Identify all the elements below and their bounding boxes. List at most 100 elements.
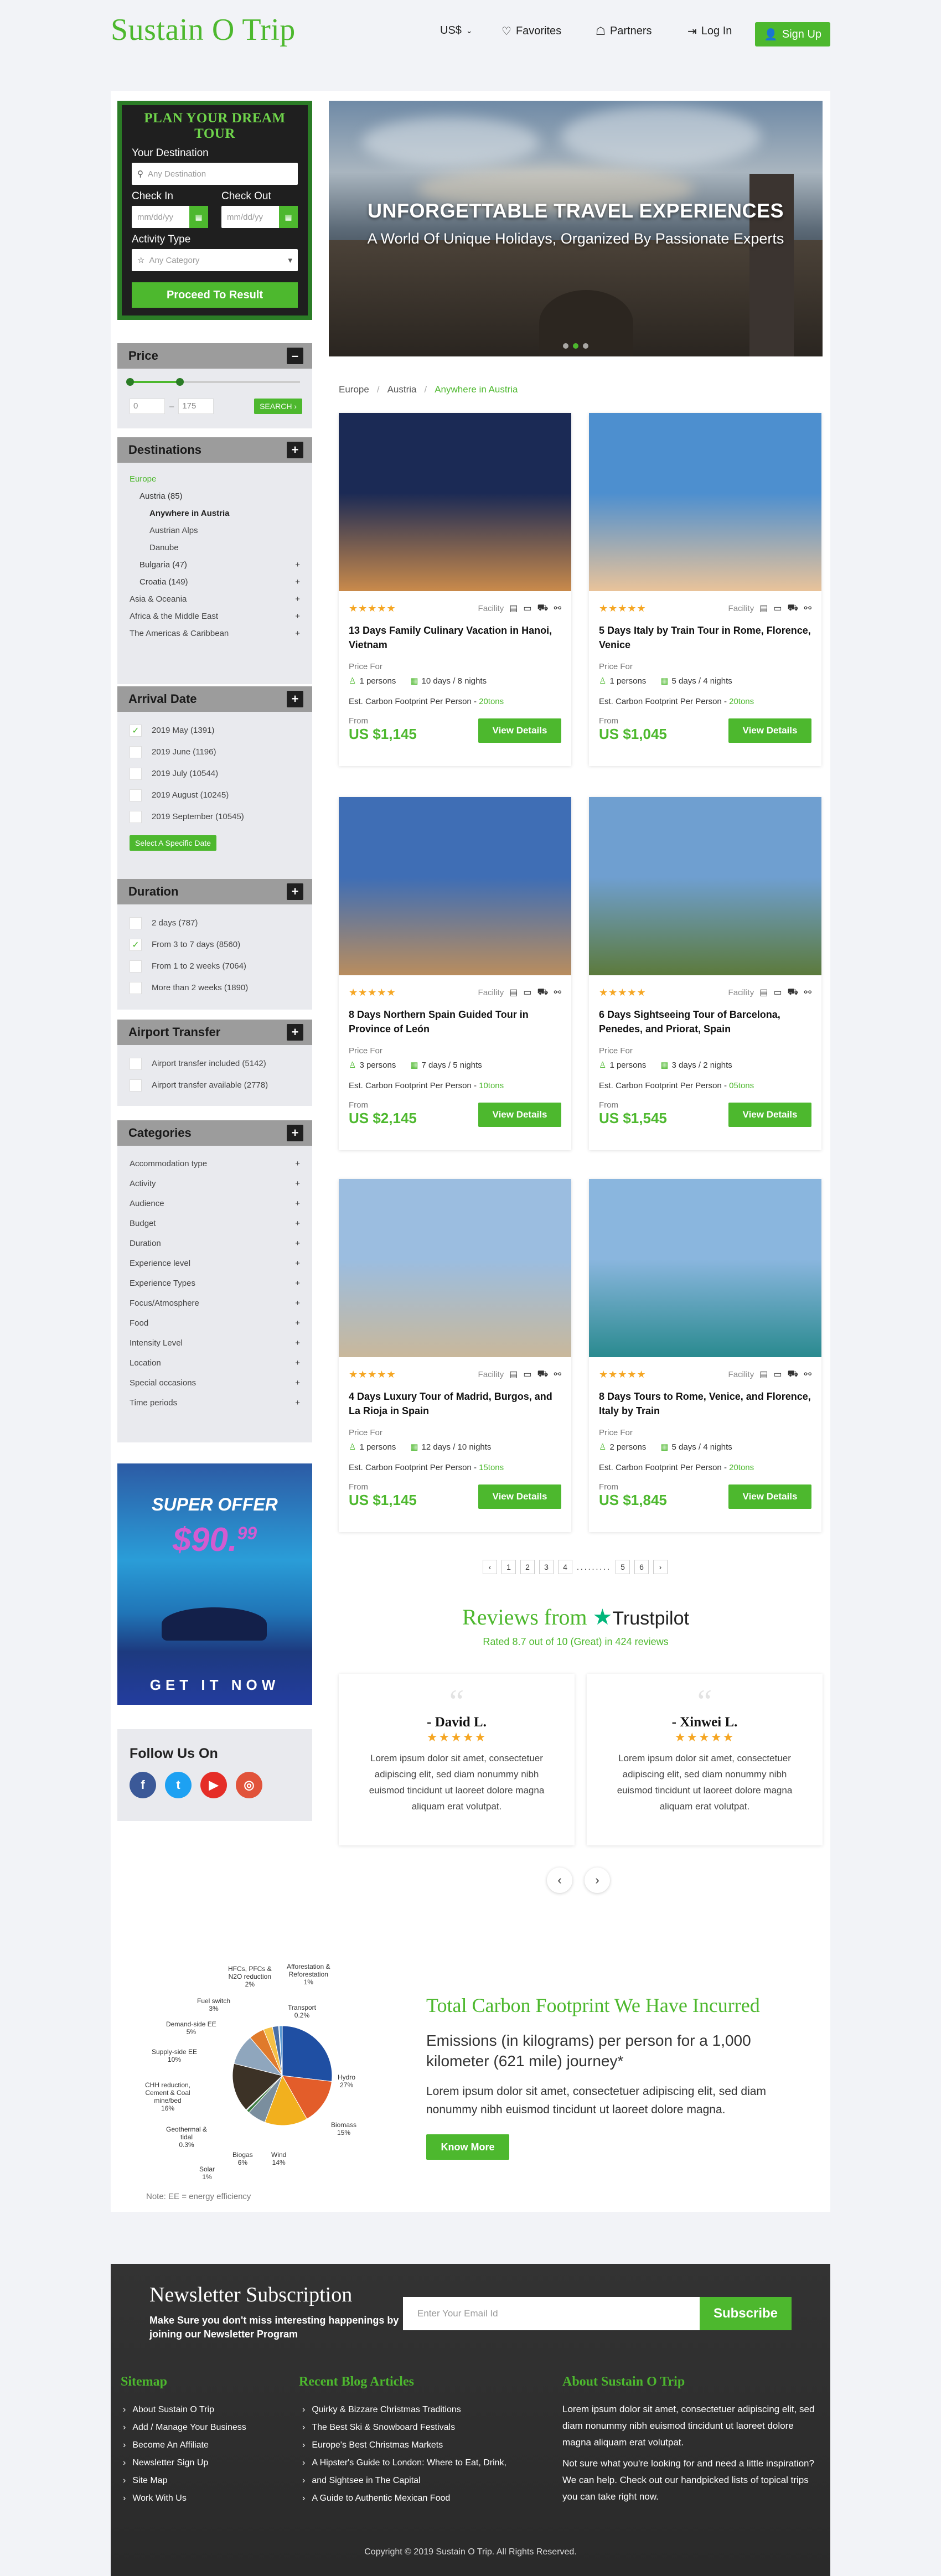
price-max-input[interactable]: 175 [178,399,214,414]
checkbox[interactable] [130,810,142,823]
categories-header[interactable]: Categories + [117,1120,312,1146]
expand-icon[interactable]: + [295,1398,300,1408]
destination-item[interactable]: Austria (85) [130,488,300,505]
expand-icon[interactable]: + [295,1338,300,1348]
tour-card[interactable]: ★★★★★ Facility ▤ ▭ ⛟ ⚯ 4 Days Luxury Tour of M… [339,1179,571,1532]
checkbox[interactable] [130,746,142,758]
favorites-link[interactable]: ♡ Favorites [501,24,561,38]
expand-icon[interactable]: + [287,691,303,707]
checkbox[interactable] [130,960,142,973]
blog-link[interactable]: A Guide to Authentic Mexican Food [302,2490,506,2507]
page-button[interactable]: 6 [634,1560,649,1574]
duration-option[interactable]: From 1 to 2 weeks (7064) [130,955,300,977]
category-item[interactable]: Experience Types + [130,1273,300,1293]
checkbox[interactable] [130,981,142,994]
page-button[interactable]: 2 [520,1560,535,1574]
subscribe-button[interactable]: Subscribe [700,2297,792,2330]
expand-icon[interactable]: + [287,1125,303,1141]
checkbox[interactable] [130,917,142,929]
checkbox[interactable] [130,1057,142,1070]
collapse-icon[interactable]: – [287,348,303,364]
expand-icon[interactable]: + [287,442,303,458]
price-header[interactable]: Price – [117,343,312,369]
destination-item[interactable]: Croatia (149) + [130,573,300,591]
expand-icon[interactable]: + [295,594,300,604]
page-button[interactable]: 1 [501,1560,516,1574]
tour-image[interactable] [589,413,821,591]
airport-option[interactable]: Airport transfer available (2778) [130,1074,300,1096]
brand-logo[interactable]: Sustain O Trip [111,12,296,48]
reviews-prev-button[interactable]: ‹ [547,1868,572,1893]
checked-checkbox[interactable]: ✓ [130,724,142,737]
category-item[interactable]: Duration + [130,1233,300,1253]
reviews-next-button[interactable]: › [585,1868,610,1893]
blog-link[interactable]: A Hipster's Guide to London: Where to Ea… [302,2454,506,2472]
get-it-now-button[interactable]: GET IT NOW [117,1677,312,1694]
category-item[interactable]: Budget + [130,1213,300,1233]
destination-item[interactable]: Bulgaria (47) + [130,556,300,573]
checkbox[interactable] [130,789,142,801]
tour-image[interactable] [589,1179,821,1357]
view-details-button[interactable]: View Details [728,1103,811,1127]
destination-item[interactable]: Danube [130,539,300,556]
category-item[interactable]: Accommodation type + [130,1153,300,1173]
category-item[interactable]: Focus/Atmosphere + [130,1293,300,1313]
expand-icon[interactable]: + [295,1259,300,1268]
price-slider-handle-min[interactable] [126,378,134,386]
arrival-option[interactable]: 2019 July (10544) [130,763,300,784]
facebook-icon[interactable]: f [130,1772,156,1798]
calendar-icon[interactable]: ▦ [189,206,208,228]
tour-title[interactable]: 8 Days Tours to Rome, Venice, and Floren… [599,1389,811,1420]
partners-link[interactable]: ☖ Partners [596,24,652,38]
view-details-button[interactable]: View Details [478,1103,561,1127]
expand-icon[interactable]: + [287,1024,303,1041]
duration-option[interactable]: 2 days (787) [130,912,300,934]
destinations-header[interactable]: Destinations + [117,437,312,463]
currency-selector[interactable]: US$ ⌄ [440,24,473,37]
expand-icon[interactable]: + [295,1378,300,1388]
know-more-button[interactable]: Know More [426,2134,509,2160]
calendar-icon[interactable]: ▦ [279,206,298,228]
category-item[interactable]: Food + [130,1313,300,1333]
tour-image[interactable] [339,413,571,591]
proceed-button[interactable]: Proceed To Result [132,282,298,308]
view-details-button[interactable]: View Details [478,1484,561,1509]
destination-item[interactable]: Asia & Oceania + [130,591,300,608]
tour-title[interactable]: 4 Days Luxury Tour of Madrid, Burgos, an… [349,1389,561,1420]
expand-icon[interactable]: + [295,1318,300,1328]
price-slider-handle-max[interactable] [176,378,184,386]
category-item[interactable]: Experience level + [130,1253,300,1273]
checkin-input[interactable]: mm/dd/yy [132,206,189,228]
arrival-option[interactable]: 2019 September (10545) [130,806,300,827]
price-search-button[interactable]: SEARCH › [254,399,302,414]
view-details-button[interactable]: View Details [728,718,811,743]
prev-page-button[interactable]: ‹ [483,1560,497,1574]
twitter-icon[interactable]: t [165,1772,192,1798]
view-details-button[interactable]: View Details [728,1484,811,1509]
category-item[interactable]: Audience + [130,1193,300,1213]
next-page-button[interactable]: › [653,1560,668,1574]
expand-icon[interactable]: + [295,1279,300,1288]
blog-link[interactable]: Europe's Best Christmas Markets [302,2437,506,2454]
checked-checkbox[interactable]: ✓ [130,938,142,951]
carousel-dot[interactable] [583,343,588,349]
blog-link[interactable]: The Best Ski & Snowboard Festivals [302,2419,506,2437]
sitemap-link[interactable]: Work With Us [123,2490,246,2507]
arrival-option[interactable]: ✓ 2019 May (1391) [130,720,300,741]
sitemap-link[interactable]: Add / Manage Your Business [123,2419,246,2437]
instagram-icon[interactable]: ◎ [236,1772,262,1798]
destination-item[interactable]: Austrian Alps [130,522,300,539]
tour-card[interactable]: ★★★★★ Facility ▤ ▭ ⛟ ⚯ 13 Days Family Culinary… [339,413,571,766]
tour-image[interactable] [589,797,821,975]
tour-title[interactable]: 6 Days Sightseeing Tour of Barcelona, Pe… [599,1007,811,1038]
super-offer-banner[interactable]: SUPER OFFER $90.99 GET IT NOW [117,1463,312,1705]
sitemap-link[interactable]: Site Map [123,2472,246,2490]
expand-icon[interactable]: + [295,577,300,587]
expand-icon[interactable]: + [295,1358,300,1368]
page-button[interactable]: 5 [616,1560,630,1574]
arrival-option[interactable]: 2019 June (1196) [130,741,300,763]
sitemap-link[interactable]: Become An Affiliate [123,2437,246,2454]
page-button[interactable]: 4 [558,1560,572,1574]
category-item[interactable]: Location + [130,1353,300,1373]
expand-icon[interactable]: + [295,1239,300,1248]
